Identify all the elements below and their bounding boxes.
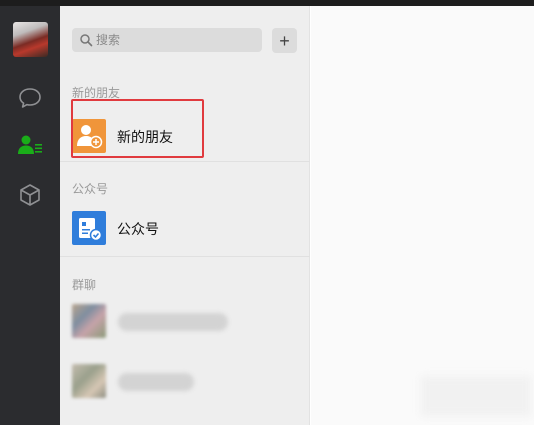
group-avatar [72, 304, 106, 338]
user-avatar[interactable] [13, 22, 48, 57]
chat-icon[interactable] [16, 84, 44, 112]
nav-sidebar [0, 6, 60, 425]
cube-icon[interactable] [16, 181, 44, 209]
blurred-group-name [118, 373, 194, 391]
list-item-label: 公众号 [117, 221, 159, 237]
blurred-group-name [118, 313, 228, 331]
section-label-group-chats: 群聊 [72, 278, 97, 292]
list-item-group-chat[interactable] [60, 362, 310, 412]
search-box[interactable] [72, 28, 262, 52]
list-item-official-accounts[interactable]: 公众号 [60, 202, 310, 252]
divider [60, 256, 310, 257]
divider [60, 161, 310, 162]
list-item-group-chat[interactable] [60, 302, 310, 352]
search-input[interactable] [96, 28, 256, 52]
add-button[interactable]: + [272, 28, 297, 53]
search-icon [80, 34, 93, 47]
group-avatar [72, 364, 106, 398]
contacts-icon[interactable] [16, 131, 44, 159]
official-account-icon [72, 211, 106, 245]
highlight-annotation [71, 99, 204, 158]
section-label-official-accounts: 公众号 [72, 182, 109, 196]
blurred-watermark [421, 376, 531, 416]
main-content-area [311, 6, 534, 425]
contacts-panel: + 新的朋友 新的朋友 公众号 公众号 [60, 6, 310, 425]
